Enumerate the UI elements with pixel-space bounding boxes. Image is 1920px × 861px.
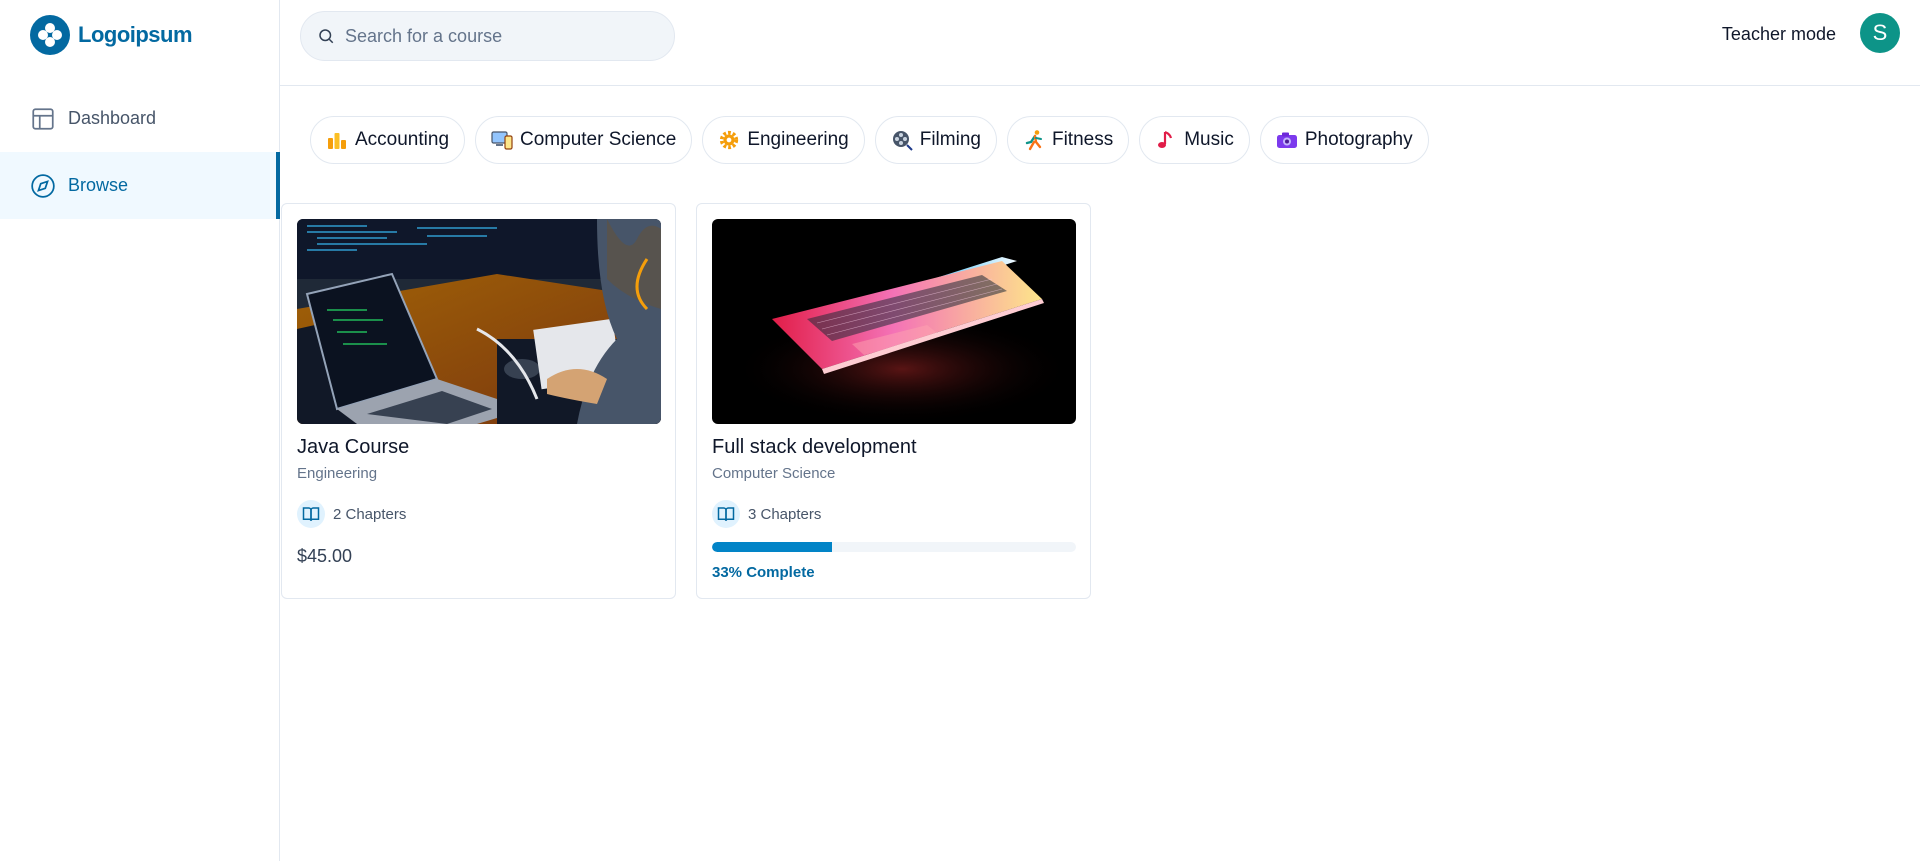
runner-icon [1022,128,1046,152]
course-category: Engineering [297,465,378,482]
category-label: Engineering [747,129,849,150]
progress-label: 33% Complete [712,564,815,581]
course-thumbnail-developer-laptop[interactable] [297,219,661,424]
sidebar-item-dashboard[interactable]: Dashboard [0,85,280,152]
search-input[interactable] [345,25,645,47]
category-chip-music[interactable]: Music [1139,116,1250,164]
category-label: Fitness [1051,129,1114,150]
teacher-mode-button[interactable]: Teacher mode [1722,22,1836,47]
search-bar[interactable] [300,11,675,61]
category-label: Music [1184,129,1234,150]
course-card-full-stack[interactable]: Full stack development Computer Science … [696,203,1091,599]
logo-text: Logoipsum [78,22,193,47]
sidebar-item-label: Dashboard [68,108,157,128]
course-title[interactable]: Full stack development [712,436,917,459]
logo[interactable]: Logoipsum [30,15,193,55]
book-open-icon [297,500,325,528]
search-icon [319,29,334,44]
category-label: Photography [1304,129,1413,150]
gear-icon [717,128,741,152]
camera-icon [1275,128,1299,152]
compass-icon [31,173,55,198]
chapters-count: 2 Chapters [333,505,407,523]
category-chip-computer-science[interactable]: Computer Science [475,116,693,164]
progress-bar [712,542,1076,552]
course-card-java[interactable]: Java Course Engineering 2 Chapters $45.0… [281,203,676,599]
logo-icon [30,15,70,55]
app-root: Logoipsum Dashboard Browse Search for a … [0,0,1920,861]
category-label: Accounting [355,129,450,150]
category-filter-list: Accounting Computer Science Engineering … [310,116,1429,164]
progress-fill [712,542,833,552]
course-category: Computer Science [712,465,836,482]
avatar[interactable]: S [1860,13,1900,53]
course-chapters: 2 Chapters [297,500,406,528]
category-chip-fitness[interactable]: Fitness [1006,116,1130,164]
category-label: Filming [919,129,981,150]
sidebar-item-browse[interactable]: Browse [0,152,280,219]
category-chip-photography[interactable]: Photography [1259,116,1429,164]
book-open-icon [712,500,740,528]
chapters-count: 3 Chapters [748,505,822,523]
top-bar: Teacher mode S [280,0,1920,86]
sidebar-nav: Dashboard Browse [0,85,280,219]
bar-chart-icon [325,128,349,152]
category-label: Computer Science [520,129,677,150]
sidebar: Logoipsum Dashboard Browse [0,0,280,861]
course-thumbnail-glowing-laptop[interactable] [712,219,1076,424]
sidebar-item-label: Browse [68,175,129,195]
course-price: $45.00 [297,546,353,566]
category-chip-filming[interactable]: Filming [874,116,997,164]
category-chip-accounting[interactable]: Accounting [310,116,466,164]
course-chapters: 3 Chapters [712,500,821,528]
film-reel-icon [890,128,914,152]
layout-icon [32,107,54,130]
category-chip-engineering[interactable]: Engineering [702,116,865,164]
computer-icon [490,128,514,152]
course-title[interactable]: Java Course [297,436,409,459]
music-note-icon [1154,128,1178,152]
